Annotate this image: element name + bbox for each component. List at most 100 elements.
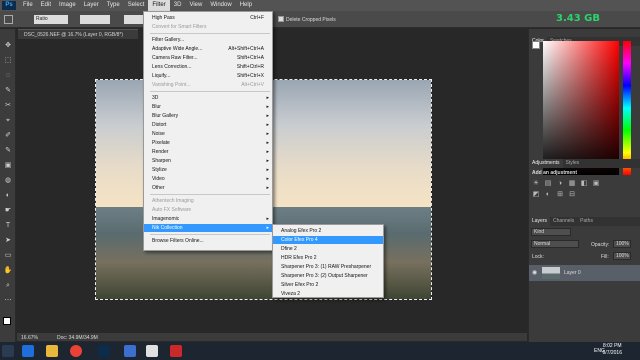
menu-filter[interactable]: Filter bbox=[148, 0, 170, 11]
menu-help[interactable]: Help bbox=[236, 0, 256, 11]
app-taskbar-icon[interactable] bbox=[124, 345, 136, 357]
adjustment-6-icon[interactable]: ◩ bbox=[532, 191, 540, 199]
tool-1-icon[interactable]: ⬚ bbox=[3, 56, 13, 65]
filter-item-gallery-1[interactable]: Adaptive Wide Angle... Alt+Shift+Ctrl+A bbox=[144, 45, 272, 53]
explorer-icon[interactable] bbox=[46, 345, 58, 357]
crop-width-field[interactable] bbox=[80, 15, 110, 24]
filter-group-other[interactable]: Other ▸ bbox=[144, 184, 272, 192]
filter-item-gallery-4[interactable]: Liquify... Shift+Ctrl+X bbox=[144, 72, 272, 80]
filter-plugin-1[interactable]: Auto FX Software bbox=[144, 206, 272, 214]
tool-12-icon[interactable]: T bbox=[3, 221, 13, 230]
filter-plugin-0[interactable]: Athentech Imaging bbox=[144, 197, 272, 205]
filter-item-gallery-5[interactable]: Vanishing Point... Alt+Ctrl+V bbox=[144, 81, 272, 89]
adjustment-2-icon[interactable]: ◑ bbox=[556, 180, 564, 188]
menu-type[interactable]: Type bbox=[103, 0, 124, 11]
filter-item-gallery-0[interactable]: Filter Gallery... bbox=[144, 36, 272, 44]
nik-item-1[interactable]: Color Efex Pro 4 bbox=[273, 236, 383, 244]
adjustment-0-icon[interactable]: ☀ bbox=[532, 180, 540, 188]
nik-item-0[interactable]: Analog Efex Pro 2 bbox=[273, 227, 383, 235]
clock[interactable]: 8:02 PM 6/7/2016 bbox=[603, 343, 622, 357]
tool-5-icon[interactable]: ⌖ bbox=[3, 116, 13, 125]
tab-layers[interactable]: Layers bbox=[529, 217, 551, 226]
tool-14-icon[interactable]: ▭ bbox=[3, 251, 13, 260]
filter-item-top-1[interactable]: Convert for Smart Filters bbox=[144, 23, 272, 31]
photoshop-logo[interactable]: Ps bbox=[2, 1, 16, 10]
eye-icon[interactable]: ◉ bbox=[532, 269, 537, 276]
adjustment-3-icon[interactable]: ▦ bbox=[568, 180, 576, 188]
tool-16-icon[interactable]: ⌕ bbox=[3, 281, 13, 290]
layer-row[interactable]: ◉ Layer 0 bbox=[529, 265, 640, 281]
tool-4-icon[interactable]: ✂ bbox=[3, 101, 13, 110]
menu-layer[interactable]: Layer bbox=[80, 0, 103, 11]
nik-item-7[interactable]: Viveza 2 bbox=[273, 290, 383, 298]
tool-7-icon[interactable]: ✎ bbox=[3, 146, 13, 155]
filter-plugin-2[interactable]: Imagenomic ▸ bbox=[144, 215, 272, 223]
menu-file[interactable]: File bbox=[19, 0, 37, 11]
foreground-swatch[interactable] bbox=[532, 41, 540, 49]
filter-group-sharpen[interactable]: Sharpen ▸ bbox=[144, 157, 272, 165]
tab-styles[interactable]: Styles bbox=[563, 159, 583, 168]
filter-group-distort[interactable]: Distort ▸ bbox=[144, 121, 272, 129]
crop-tool-icon[interactable] bbox=[4, 15, 13, 24]
document-tab[interactable]: DSC_0526.NEF @ 16.7% (Layer 0, RGB/8*) bbox=[18, 29, 138, 39]
tab-paths[interactable]: Paths bbox=[577, 217, 596, 226]
adjustment-4-icon[interactable]: ◧ bbox=[580, 180, 588, 188]
foreground-color-swatch[interactable] bbox=[3, 317, 11, 325]
tab-adjustments[interactable]: Adjustments bbox=[529, 159, 563, 168]
start-button[interactable] bbox=[2, 345, 14, 357]
ie-icon[interactable] bbox=[22, 345, 34, 357]
zoom-level[interactable]: 16.67% bbox=[21, 334, 38, 342]
adjustment-5-icon[interactable]: ▣ bbox=[592, 180, 600, 188]
filter-group-render[interactable]: Render ▸ bbox=[144, 148, 272, 156]
filter-item-top-0[interactable]: High Pass Ctrl+F bbox=[144, 14, 272, 22]
layer-kind-filter[interactable]: Kind bbox=[531, 228, 571, 236]
delete-cropped-checkbox[interactable] bbox=[278, 16, 284, 22]
filter-item-gallery-3[interactable]: Lens Correction... Shift+Ctrl+R bbox=[144, 63, 272, 71]
nik-item-5[interactable]: Sharpener Pro 3: (2) Output Sharpener bbox=[273, 272, 383, 280]
tool-8-icon[interactable]: ▣ bbox=[3, 161, 13, 170]
photoshop-taskbar-icon[interactable] bbox=[98, 345, 110, 357]
tool-13-icon[interactable]: ➤ bbox=[3, 236, 13, 245]
tool-17-icon[interactable]: ⋯ bbox=[3, 296, 13, 305]
adjustment-1-icon[interactable]: ▤ bbox=[544, 180, 552, 188]
filter-group-noise[interactable]: Noise ▸ bbox=[144, 130, 272, 138]
tool-0-icon[interactable]: ✥ bbox=[3, 41, 13, 50]
filter-group-video[interactable]: Video ▸ bbox=[144, 175, 272, 183]
tool-15-icon[interactable]: ✋ bbox=[3, 266, 13, 275]
crop-ratio-select[interactable]: Ratio bbox=[34, 15, 68, 24]
filter-plugin-3[interactable]: Nik Collection ▸ bbox=[144, 224, 272, 232]
nik-item-3[interactable]: HDR Efex Pro 2 bbox=[273, 254, 383, 262]
tool-9-icon[interactable]: ◍ bbox=[3, 176, 13, 185]
menu-view[interactable]: View bbox=[185, 0, 206, 11]
app-taskbar-icon-3[interactable] bbox=[170, 345, 182, 357]
adjustment-7-icon[interactable]: ◐ bbox=[544, 191, 552, 199]
adjustment-9-icon[interactable]: ⊟ bbox=[568, 191, 576, 199]
nik-item-2[interactable]: Dfine 2 bbox=[273, 245, 383, 253]
blend-mode-select[interactable]: Normal bbox=[531, 240, 579, 248]
opacity-field[interactable]: 100% bbox=[613, 240, 631, 248]
adjustment-8-icon[interactable]: ⊞ bbox=[556, 191, 564, 199]
filter-group-blur[interactable]: Blur ▸ bbox=[144, 103, 272, 111]
hue-slider[interactable] bbox=[623, 41, 631, 175]
filter-group-pixelate[interactable]: Pixelate ▸ bbox=[144, 139, 272, 147]
tool-6-icon[interactable]: ✐ bbox=[3, 131, 13, 140]
color-picker-field[interactable] bbox=[543, 41, 619, 175]
nik-item-4[interactable]: Sharpener Pro 3: (1) RAW Presharpener bbox=[273, 263, 383, 271]
menu-image[interactable]: Image bbox=[55, 0, 80, 11]
filter-group-blur-gallery[interactable]: Blur Gallery ▸ bbox=[144, 112, 272, 120]
tool-3-icon[interactable]: ✎ bbox=[3, 86, 13, 95]
menu-select[interactable]: Select bbox=[124, 0, 149, 11]
fill-field[interactable]: 100% bbox=[613, 252, 631, 260]
layer-name[interactable]: Layer 0 bbox=[564, 270, 581, 276]
filter-item-gallery-2[interactable]: Camera Raw Filter... Shift+Ctrl+A bbox=[144, 54, 272, 62]
menu-edit[interactable]: Edit bbox=[37, 0, 55, 11]
filter-group-3d[interactable]: 3D ▸ bbox=[144, 94, 272, 102]
menu-3d[interactable]: 3D bbox=[170, 0, 186, 11]
tool-2-icon[interactable]: ◌ bbox=[3, 71, 13, 80]
menu-window[interactable]: Window bbox=[206, 0, 235, 11]
nik-item-6[interactable]: Silver Efex Pro 2 bbox=[273, 281, 383, 289]
app-taskbar-icon-2[interactable] bbox=[146, 345, 158, 357]
browse-filters-online[interactable]: Browse Filters Online... bbox=[144, 237, 272, 245]
tool-11-icon[interactable]: ☛ bbox=[3, 206, 13, 215]
chrome-icon[interactable] bbox=[70, 345, 82, 357]
